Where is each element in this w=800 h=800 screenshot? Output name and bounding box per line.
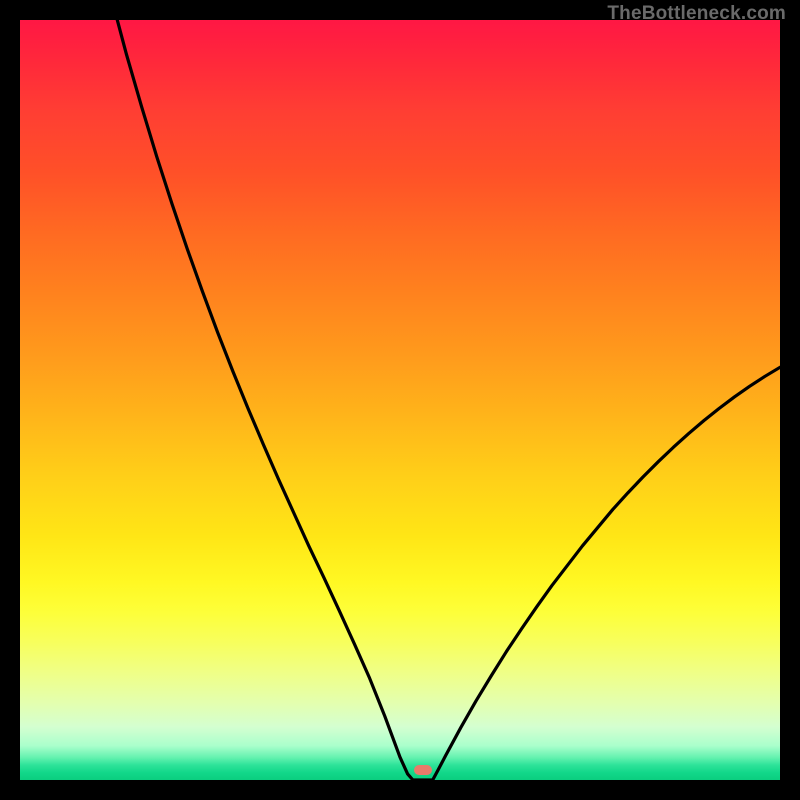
optimum-marker — [414, 765, 432, 775]
chart-stage: TheBottleneck.com — [0, 0, 800, 800]
gradient-background — [20, 20, 780, 780]
plot-area — [20, 20, 780, 780]
